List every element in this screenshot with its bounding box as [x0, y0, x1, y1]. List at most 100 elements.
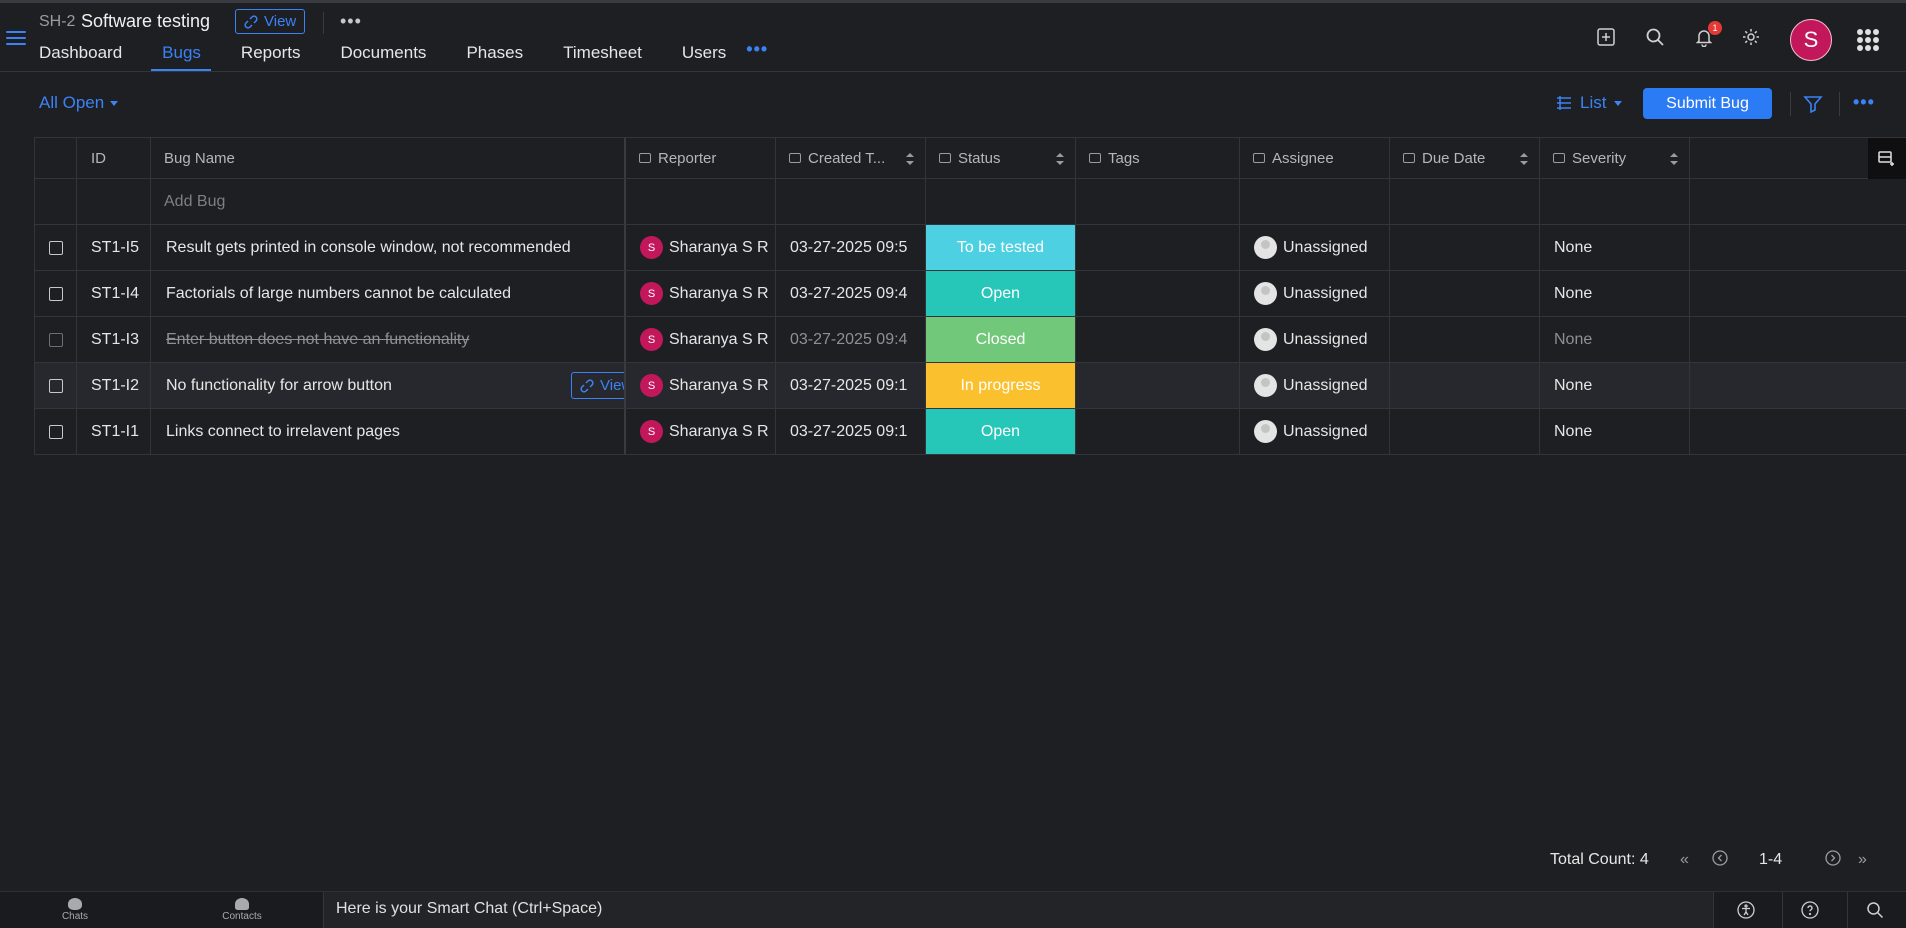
bug-name[interactable]: Enter button does not have an functional…	[151, 317, 626, 362]
due-date-cell[interactable]	[1390, 317, 1540, 362]
status-badge[interactable]: To be tested	[926, 225, 1076, 270]
table-row[interactable]: ST1-I4 Factorials of large numbers canno…	[34, 271, 1906, 317]
due-date-cell[interactable]	[1390, 409, 1540, 454]
add-column-icon[interactable]	[1868, 138, 1906, 179]
menu-icon[interactable]	[6, 31, 26, 47]
bug-id[interactable]: ST1-I4	[77, 271, 151, 316]
next-page-icon[interactable]	[1825, 850, 1841, 871]
status-badge[interactable]: In progress	[926, 363, 1076, 408]
tab-timesheet[interactable]: Timesheet	[563, 41, 642, 73]
tags-cell[interactable]	[1076, 409, 1240, 454]
assignee-cell[interactable]: Unassigned	[1240, 225, 1390, 270]
header-status[interactable]: Status	[926, 138, 1076, 178]
due-date-cell[interactable]	[1390, 363, 1540, 408]
bug-id[interactable]: ST1-I1	[77, 409, 151, 454]
tags-cell[interactable]	[1076, 317, 1240, 362]
row-view-button[interactable]: View	[571, 372, 624, 399]
toolbar-more-button[interactable]: •••	[1853, 92, 1875, 113]
tags-cell[interactable]	[1076, 225, 1240, 270]
notification-icon[interactable]: 1	[1694, 21, 1722, 51]
filter-icon[interactable]	[1803, 94, 1823, 114]
help-icon[interactable]	[1801, 901, 1819, 919]
table-row[interactable]: ST1-I5 Result gets printed in console wi…	[34, 225, 1906, 271]
severity-cell[interactable]: None	[1540, 363, 1690, 408]
severity-cell[interactable]: None	[1540, 317, 1690, 362]
tab-dashboard[interactable]: Dashboard	[39, 41, 122, 73]
bug-name[interactable]: Links connect to irrelavent pages	[151, 409, 626, 454]
header-id[interactable]: ID	[77, 138, 151, 178]
project-view-button[interactable]: View	[235, 9, 306, 34]
row-checkbox[interactable]	[48, 286, 63, 301]
table-row[interactable]: ST1-I2 No functionality for arrow button…	[34, 363, 1906, 409]
sort-icon[interactable]	[1520, 153, 1528, 165]
row-checkbox[interactable]	[48, 332, 63, 347]
severity-cell[interactable]: None	[1540, 409, 1690, 454]
nav-more-button[interactable]: •••	[746, 39, 768, 73]
tab-documents[interactable]: Documents	[340, 41, 426, 73]
first-page-icon[interactable]: «	[1680, 851, 1689, 869]
assignee-cell[interactable]: Unassigned	[1240, 271, 1390, 316]
gear-icon[interactable]	[1741, 27, 1765, 51]
status-badge[interactable]: Closed	[926, 317, 1076, 362]
bug-name[interactable]: No functionality for arrow button View	[151, 363, 626, 408]
accessibility-icon[interactable]	[1737, 901, 1755, 919]
header-assignee[interactable]: Assignee	[1240, 138, 1390, 178]
severity-cell[interactable]: None	[1540, 225, 1690, 270]
bug-name[interactable]: Factorials of large numbers cannot be ca…	[151, 271, 626, 316]
bug-id[interactable]: ST1-I5	[77, 225, 151, 270]
header-reporter[interactable]: Reporter	[626, 138, 776, 178]
zoom-search-icon[interactable]	[1866, 901, 1884, 919]
contacts-button[interactable]: Contacts	[207, 896, 277, 922]
severity-cell[interactable]: None	[1540, 271, 1690, 316]
search-icon[interactable]	[1645, 27, 1669, 51]
prev-page-icon[interactable]	[1712, 850, 1728, 871]
submit-bug-button[interactable]: Submit Bug	[1643, 88, 1772, 119]
reporter-cell[interactable]: S Sharanya S R	[626, 363, 776, 408]
due-date-cell[interactable]	[1390, 225, 1540, 270]
assignee-cell[interactable]: Unassigned	[1240, 317, 1390, 362]
sort-icon[interactable]	[1056, 153, 1064, 165]
chats-button[interactable]: Chats	[40, 896, 110, 922]
add-bug-input[interactable]: Add Bug	[151, 179, 626, 224]
bug-id[interactable]: ST1-I3	[77, 317, 151, 362]
header-created[interactable]: Created T...	[776, 138, 926, 178]
user-avatar[interactable]: S	[1790, 19, 1832, 61]
last-page-icon[interactable]: »	[1858, 851, 1867, 869]
header-tags[interactable]: Tags	[1076, 138, 1240, 178]
sort-icon[interactable]	[1670, 153, 1678, 165]
assignee-cell[interactable]: Unassigned	[1240, 363, 1390, 408]
reporter-cell[interactable]: S Sharanya S R	[626, 271, 776, 316]
reporter-cell[interactable]: S Sharanya S R	[626, 225, 776, 270]
status-badge[interactable]: Open	[926, 271, 1076, 316]
project-more-button[interactable]: •••	[340, 11, 362, 32]
header-due-date[interactable]: Due Date	[1390, 138, 1540, 178]
assignee-cell[interactable]: Unassigned	[1240, 409, 1390, 454]
project-name[interactable]: Software testing	[81, 11, 210, 32]
row-checkbox[interactable]	[48, 424, 63, 439]
header-severity[interactable]: Severity	[1540, 138, 1690, 178]
reporter-cell[interactable]: S Sharanya S R	[626, 409, 776, 454]
bug-name[interactable]: Result gets printed in console window, n…	[151, 225, 626, 270]
bug-id[interactable]: ST1-I2	[77, 363, 151, 408]
status-badge[interactable]: Open	[926, 409, 1076, 454]
tags-cell[interactable]	[1076, 363, 1240, 408]
reporter-cell[interactable]: S Sharanya S R	[626, 317, 776, 362]
view-filter-dropdown[interactable]: All Open	[39, 93, 119, 113]
due-date-cell[interactable]	[1390, 271, 1540, 316]
bug-name-text[interactable]: No functionality for arrow button	[166, 377, 392, 395]
tab-phases[interactable]: Phases	[466, 41, 523, 73]
header-bug-name[interactable]: Bug Name	[151, 138, 626, 178]
row-checkbox[interactable]	[48, 378, 63, 393]
tags-cell[interactable]	[1076, 271, 1240, 316]
sort-icon[interactable]	[906, 153, 914, 165]
row-checkbox[interactable]	[48, 240, 63, 255]
add-icon[interactable]	[1596, 27, 1620, 51]
tab-users[interactable]: Users	[682, 41, 726, 73]
tab-bugs[interactable]: Bugs	[151, 41, 211, 73]
table-row[interactable]: ST1-I1 Links connect to irrelavent pages…	[34, 409, 1906, 455]
tab-reports[interactable]: Reports	[241, 41, 301, 73]
apps-grid-icon[interactable]	[1857, 29, 1879, 51]
layout-dropdown[interactable]: List	[1556, 93, 1623, 113]
smart-chat-bar[interactable]: Here is your Smart Chat (Ctrl+Space)	[323, 892, 1713, 928]
table-row[interactable]: ST1-I3 Enter button does not have an fun…	[34, 317, 1906, 363]
